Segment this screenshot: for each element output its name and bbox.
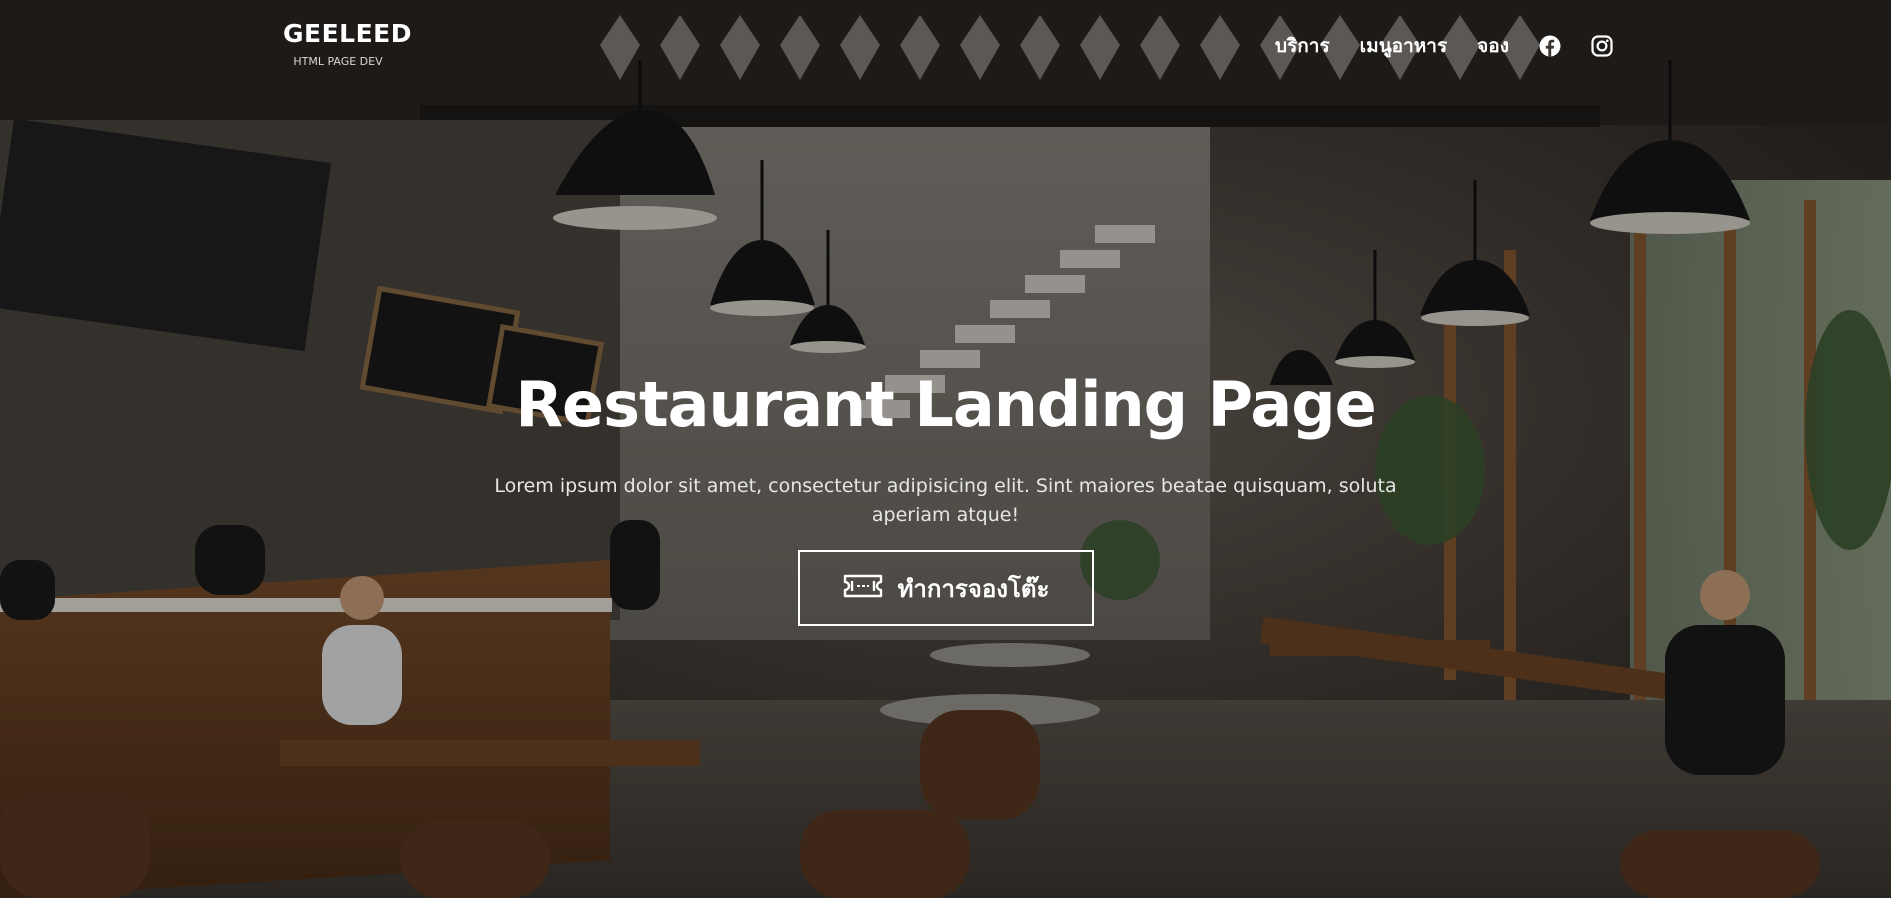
facebook-icon[interactable] [1539, 35, 1561, 57]
instagram-icon[interactable] [1591, 35, 1613, 57]
hero-content: Restaurant Landing Page Lorem ipsum dolo… [0, 360, 1891, 626]
brand-subtitle: HTML PAGE DEV [293, 55, 383, 68]
book-table-label: ทำการจองโต๊ะ [897, 574, 1050, 603]
book-table-button[interactable]: ทำการจองโต๊ะ [797, 550, 1094, 626]
nav-item-services[interactable]: บริการ [1275, 31, 1330, 61]
hero-title: Restaurant Landing Page [515, 368, 1376, 441]
nav-menu: บริการ เมนูอาหาร จอง [1275, 30, 1613, 62]
brand-name: GEELEED [283, 19, 413, 48]
navbar: GEELEED HTML PAGE DEV บริการ เมนูอาหาร จ… [0, 0, 1891, 90]
hero-description: Lorem ipsum dolor sit amet, consectetur … [494, 475, 1397, 526]
nav-item-booking[interactable]: จอง [1477, 31, 1509, 61]
brand-logo[interactable]: GEELEED HTML PAGE DEV [283, 18, 413, 70]
nav-item-menu[interactable]: เมนูอาหาร [1360, 31, 1448, 61]
ticket-icon [842, 573, 884, 603]
hero-section: GEELEED HTML PAGE DEV บริการ เมนูอาหาร จ… [0, 0, 1891, 898]
